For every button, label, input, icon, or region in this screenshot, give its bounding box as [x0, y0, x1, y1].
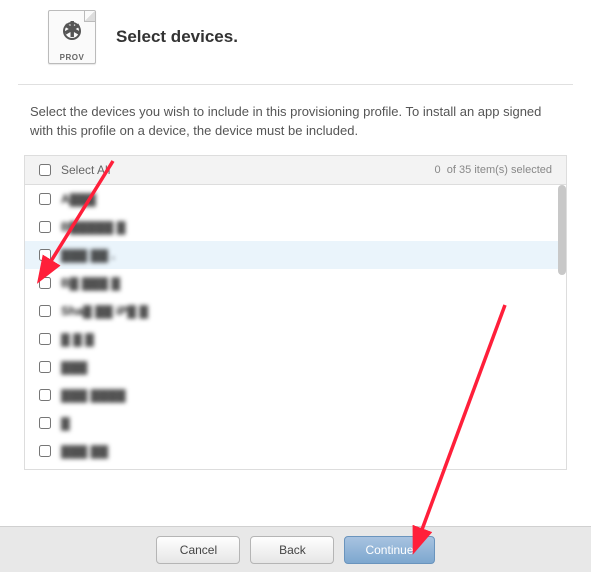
device-checkbox[interactable] — [39, 445, 51, 457]
device-checkbox[interactable] — [39, 389, 51, 401]
device-label: A▓▓▓ — [61, 192, 96, 206]
device-checkbox[interactable] — [39, 193, 51, 205]
table-row[interactable]: ▓▓▓ ▓▓▓▓ — [25, 381, 566, 409]
table-row[interactable]: A▓▓▓ — [25, 185, 566, 213]
table-row[interactable]: ▓▓▓ ▓▓ — [25, 437, 566, 465]
device-label: B▓▓▓▓▓ ▓ — [61, 220, 126, 234]
select-all-checkbox[interactable] — [39, 164, 51, 176]
device-checkbox[interactable] — [39, 333, 51, 345]
table-row[interactable]: ▓▓▓ ▓▓ . — [25, 241, 566, 269]
device-checkbox[interactable] — [39, 249, 51, 261]
device-label: Sha▓ ▓▓ iP▓ ▓ — [61, 304, 148, 318]
table-row[interactable]: Sha▓ ▓▓ iP▓ ▓ — [25, 297, 566, 325]
table-row[interactable]: ▓ — [25, 409, 566, 437]
select-all-label: Select All — [61, 163, 435, 177]
table-row[interactable]: ▓ ▓ ▓ — [25, 325, 566, 353]
table-row[interactable]: ▓▓▓ — [25, 353, 566, 381]
back-button[interactable]: Back — [250, 536, 334, 564]
device-checkbox[interactable] — [39, 361, 51, 373]
scrollbar[interactable] — [558, 185, 566, 275]
continue-button[interactable]: Continue — [344, 536, 434, 564]
page-header: PROV Select devices. — [18, 0, 573, 85]
device-list: Select All 0 of 35 item(s) selected A▓▓▓… — [24, 155, 567, 470]
table-row[interactable]: B▓ ▓▓▓ ▓ — [25, 269, 566, 297]
device-checkbox[interactable] — [39, 417, 51, 429]
device-label: ▓▓▓ — [61, 360, 87, 374]
cancel-button[interactable]: Cancel — [156, 536, 240, 564]
prov-icon: PROV — [48, 10, 96, 64]
device-checkbox[interactable] — [39, 305, 51, 317]
device-label: B▓ ▓▓▓ ▓ — [61, 276, 120, 290]
instruction-text: Select the devices you wish to include i… — [0, 85, 591, 155]
device-label: ▓▓▓ ▓▓ — [61, 444, 108, 458]
selection-count: 0 of 35 item(s) selected — [435, 164, 552, 176]
list-body[interactable]: A▓▓▓ B▓▓▓▓▓ ▓ ▓▓▓ ▓▓ . B▓ ▓▓▓ ▓ Sha▓ ▓▓ iP▓ … — [25, 185, 566, 468]
footer-bar: Cancel Back Continue — [0, 526, 591, 572]
device-checkbox[interactable] — [39, 221, 51, 233]
prov-icon-label: PROV — [48, 53, 96, 62]
list-header: Select All 0 of 35 item(s) selected — [25, 156, 566, 185]
device-label: ▓▓▓ ▓▓▓▓ — [61, 388, 126, 402]
device-checkbox[interactable] — [39, 277, 51, 289]
page-title: Select devices. — [116, 27, 238, 47]
device-label: ▓▓▓ ▓▓ . — [61, 248, 115, 262]
device-label: ▓ ▓ ▓ — [61, 332, 94, 346]
device-label: ▓ — [61, 416, 70, 430]
table-row[interactable]: B▓▓▓▓▓ ▓ — [25, 213, 566, 241]
